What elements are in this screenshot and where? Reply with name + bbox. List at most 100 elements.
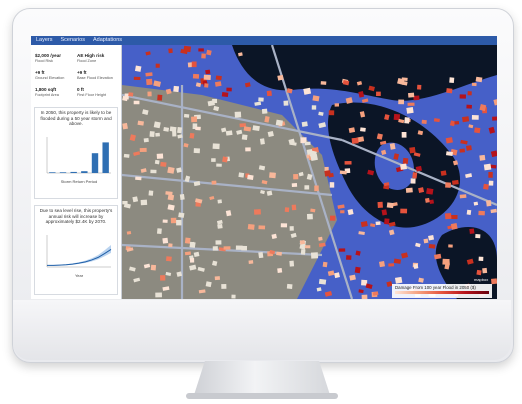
building — [277, 267, 283, 273]
building — [275, 119, 283, 127]
top-nav: Layers Scenarios Adaptations — [31, 36, 497, 45]
building — [146, 78, 153, 86]
building — [488, 180, 494, 186]
tab-adaptations[interactable]: Adaptations — [93, 36, 122, 45]
map-canvas[interactable] — [122, 45, 497, 299]
building — [162, 237, 169, 244]
building — [377, 201, 383, 208]
building — [446, 88, 453, 94]
building — [426, 188, 434, 195]
building — [155, 63, 160, 68]
building — [214, 276, 221, 281]
building — [195, 126, 201, 131]
legend-title: Damage From 100 year Flood in 2050 ($) — [395, 285, 476, 290]
building — [155, 292, 162, 298]
building — [179, 193, 185, 200]
building — [234, 111, 242, 118]
tab-layers[interactable]: Layers — [36, 36, 53, 45]
storm-chart: Storm Return Period — [46, 136, 111, 184]
mapbox-attribution[interactable]: mapbox — [474, 277, 488, 282]
bar — [59, 172, 67, 173]
building — [492, 116, 497, 121]
building — [222, 156, 228, 163]
bar — [49, 172, 56, 173]
stat-label: First Floor Height — [77, 93, 107, 97]
building — [293, 174, 299, 180]
building — [401, 77, 408, 82]
property-panel: $2,000 /year Flood Risk AE High risk Flood… — [31, 45, 122, 299]
building — [178, 212, 185, 218]
building — [252, 125, 260, 132]
building — [421, 119, 427, 125]
building — [221, 283, 227, 289]
building — [442, 258, 450, 265]
building — [276, 251, 283, 256]
flood-map[interactable]: + − ⊕ ⌂ ● mapbox Damage From 100 year Fl… — [122, 45, 497, 299]
building — [176, 219, 182, 226]
building — [221, 92, 229, 98]
building — [474, 127, 481, 134]
building — [167, 194, 175, 201]
stat-ground-elevation: +9 ft Ground Elevation — [35, 70, 77, 87]
building — [459, 94, 466, 99]
building — [212, 143, 220, 150]
building — [183, 113, 190, 118]
stat-base-flood-elevation: +9 ft Base Flood Elevation — [77, 70, 119, 87]
building — [147, 91, 152, 97]
building — [402, 157, 409, 165]
stat-value: AE High risk — [77, 53, 105, 58]
building — [134, 65, 142, 72]
building — [156, 228, 162, 235]
stat-value: +9 ft — [77, 70, 87, 75]
building — [284, 207, 290, 213]
building — [149, 131, 155, 137]
risk-chart-card: Due to sea level rise, this property's a… — [34, 205, 118, 295]
building — [253, 209, 261, 215]
building — [466, 145, 472, 151]
building — [167, 166, 175, 174]
tab-scenarios[interactable]: Scenarios — [61, 36, 85, 45]
building — [309, 150, 317, 158]
building — [206, 49, 212, 56]
building — [467, 91, 472, 96]
building — [217, 223, 223, 229]
building — [212, 246, 218, 251]
building — [212, 98, 218, 104]
building — [400, 163, 407, 170]
building — [217, 199, 222, 204]
building — [483, 183, 489, 190]
building — [312, 95, 320, 102]
building — [193, 148, 201, 154]
building — [473, 201, 479, 206]
building — [291, 204, 297, 211]
building — [451, 179, 459, 185]
building — [168, 243, 173, 248]
building — [241, 134, 248, 141]
building — [314, 185, 319, 192]
building — [334, 103, 340, 107]
bar — [81, 170, 88, 173]
building — [306, 213, 313, 220]
building — [304, 245, 311, 249]
building — [478, 256, 484, 262]
building — [226, 87, 232, 92]
building — [145, 72, 153, 77]
building — [401, 131, 407, 138]
building — [204, 83, 209, 88]
stat-first-floor-height: 0 ft First Floor Height — [77, 87, 119, 104]
building — [150, 264, 157, 271]
building — [140, 199, 148, 206]
building — [320, 81, 327, 85]
building — [258, 225, 266, 230]
building — [378, 260, 385, 268]
building — [189, 241, 195, 248]
building — [381, 209, 388, 216]
building — [449, 77, 455, 83]
building — [466, 209, 472, 215]
building — [203, 74, 211, 81]
building — [291, 183, 298, 188]
building — [198, 48, 204, 52]
building — [215, 75, 222, 81]
building — [148, 190, 154, 196]
bar — [102, 142, 109, 173]
